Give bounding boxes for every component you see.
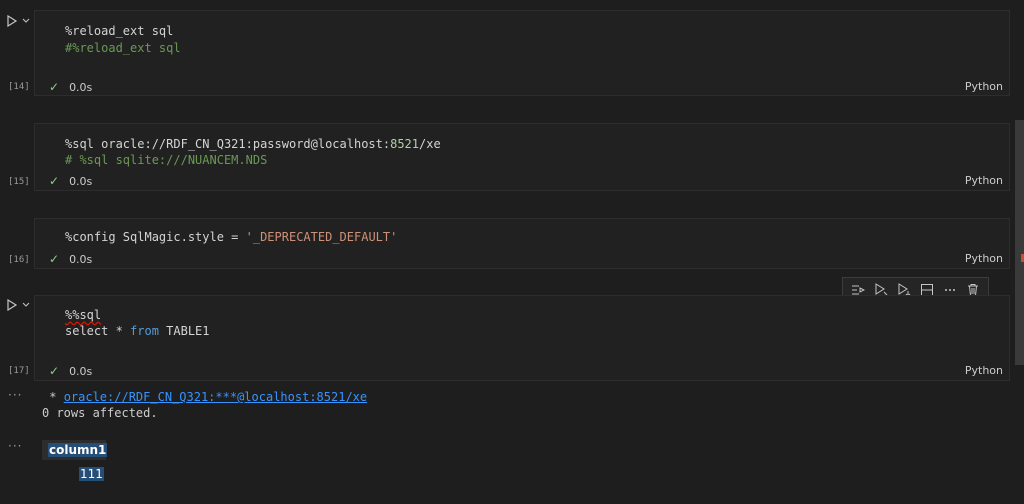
code-number: 8521 xyxy=(390,137,420,151)
execution-count: [16] xyxy=(8,255,30,265)
check-icon: ✓ xyxy=(49,80,60,94)
play-icon xyxy=(7,15,18,27)
code-comment-line[interactable]: # %sql sqlite:///NUANCEM.NDS xyxy=(65,152,267,168)
rows-affected: 0 rows affected. xyxy=(42,406,158,420)
scrollbar[interactable] xyxy=(1015,120,1024,365)
output-text: * xyxy=(42,390,64,404)
check-icon: ✓ xyxy=(49,364,60,378)
code-line[interactable]: select * from TABLE1 xyxy=(65,323,210,339)
cell-status: ✓ 0.0s xyxy=(49,80,92,94)
code-line[interactable]: %%sql xyxy=(65,307,101,323)
code-text: %config SqlMagic.style = xyxy=(65,230,246,244)
play-icon xyxy=(7,299,18,311)
connection-link[interactable]: oracle://RDF_CN_Q321:***@localhost:8521/… xyxy=(64,390,367,404)
code-line[interactable]: %config SqlMagic.style = '_DEPRECATED_DE… xyxy=(65,229,397,245)
output-connection: * oracle://RDF_CN_Q321:***@localhost:852… xyxy=(42,389,367,405)
output-actions-icon[interactable]: ··· xyxy=(8,388,22,402)
code-text: select * xyxy=(65,324,131,338)
code-comment-line[interactable]: #%reload_ext sql xyxy=(65,40,181,56)
cell-language[interactable]: Python xyxy=(965,252,1003,265)
execution-count: [15] xyxy=(8,177,30,187)
cell-language[interactable]: Python xyxy=(965,174,1003,187)
execution-time: 0.0s xyxy=(69,252,93,266)
output-actions-icon[interactable]: ··· xyxy=(8,439,22,453)
cell-language[interactable]: Python xyxy=(965,364,1003,377)
check-icon: ✓ xyxy=(49,252,60,266)
cell-status: ✓ 0.0s xyxy=(49,364,92,378)
code-text: %sql oracle://RDF_CN_Q321:password@local… xyxy=(65,137,391,151)
cell-status: ✓ 0.0s xyxy=(49,174,92,188)
code-line[interactable]: %sql oracle://RDF_CN_Q321:password@local… xyxy=(65,136,441,152)
code-line[interactable]: %reload_ext sql xyxy=(65,23,173,39)
execution-time: 0.0s xyxy=(69,80,93,94)
table-header-cell: column1 xyxy=(42,440,108,460)
code-magic: %%sql xyxy=(65,308,102,322)
execution-time: 0.0s xyxy=(69,364,93,378)
code-cell[interactable]: %reload_ext sql #%reload_ext sql ✓ 0.0s … xyxy=(34,10,1010,96)
run-cell-button[interactable] xyxy=(6,297,34,313)
table-cell: 111 xyxy=(79,467,104,481)
code-cell[interactable]: %sql oracle://RDF_CN_Q321:password@local… xyxy=(34,123,1010,191)
chevron-down-icon xyxy=(22,18,30,23)
column-header: column1 xyxy=(48,443,108,457)
check-icon: ✓ xyxy=(49,174,60,188)
code-string: '_DEPRECATED_DEFAULT' xyxy=(245,230,398,244)
execution-count: [17] xyxy=(8,366,30,376)
code-text: TABLE1 xyxy=(158,324,210,338)
code-keyword: from xyxy=(130,324,159,338)
chevron-down-icon xyxy=(22,302,30,307)
run-cell-button[interactable] xyxy=(6,13,34,29)
code-cell[interactable]: %config SqlMagic.style = '_DEPRECATED_DE… xyxy=(34,218,1010,269)
code-cell[interactable]: %%sql select * from TABLE1 ✓ 0.0s Python xyxy=(34,295,1010,381)
execution-time: 0.0s xyxy=(69,174,93,188)
cell-status: ✓ 0.0s xyxy=(49,252,92,266)
code-text: /xe xyxy=(419,137,441,151)
execution-count: [14] xyxy=(8,82,30,92)
cell-language[interactable]: Python xyxy=(965,80,1003,93)
